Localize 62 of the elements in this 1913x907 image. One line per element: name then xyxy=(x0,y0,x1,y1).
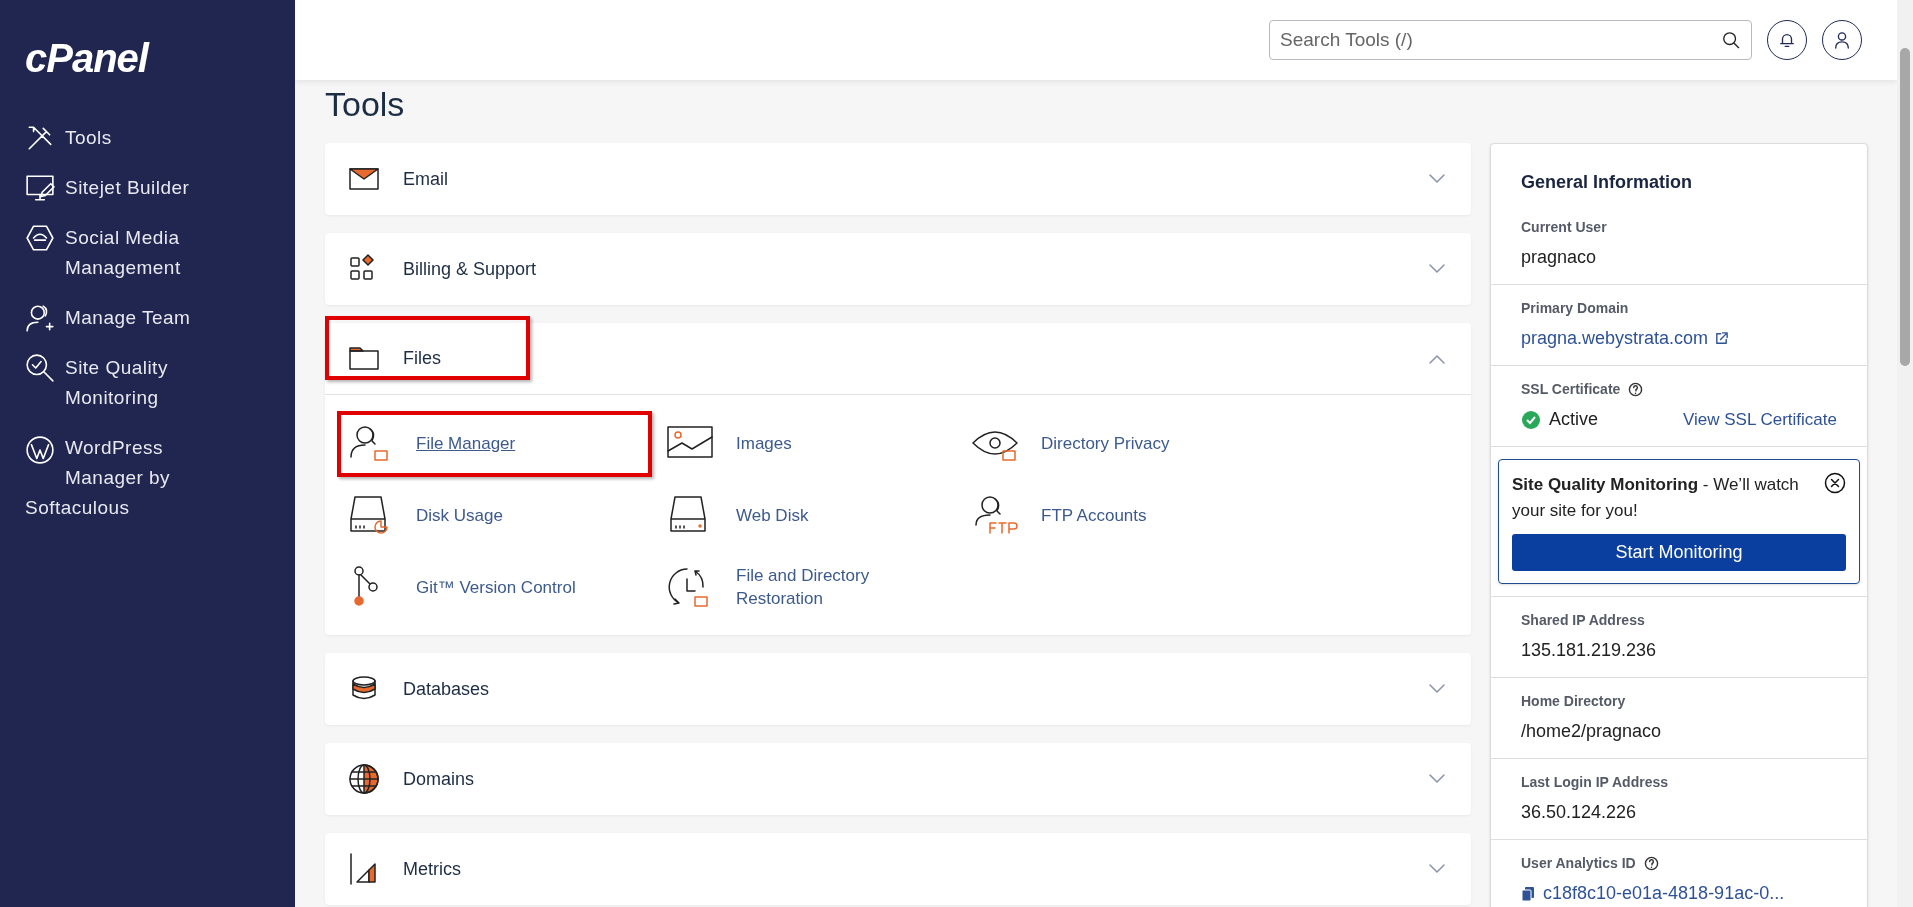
help-icon[interactable] xyxy=(1643,856,1659,871)
search-field[interactable]: Search Tools (/) xyxy=(1269,20,1752,60)
section-title[interactable]: Databases xyxy=(403,675,490,703)
start-monitoring-button[interactable]: Start Monitoring xyxy=(1512,534,1846,571)
nav-item[interactable]: Social Media Management xyxy=(65,223,215,283)
user-icon xyxy=(1833,31,1851,49)
chevron-up-icon[interactable] xyxy=(1428,352,1446,365)
scrollbar[interactable] xyxy=(1897,0,1913,907)
chevron-down-icon[interactable] xyxy=(1428,773,1446,785)
field-label: Primary Domain xyxy=(1521,299,1629,318)
field-value: /home2/pragnaco xyxy=(1521,720,1662,743)
nav-item[interactable]: Manage Team xyxy=(65,303,191,333)
tool-link[interactable]: Directory Privacy xyxy=(1041,431,1170,455)
nav-item[interactable]: Tools xyxy=(65,123,112,153)
user-plus-icon xyxy=(25,303,55,333)
ssl-link[interactable]: View SSL Certificate xyxy=(1683,406,1837,433)
copy-icon[interactable] xyxy=(1521,885,1535,902)
field-value: pragnaco xyxy=(1521,246,1597,269)
section-title[interactable]: Files xyxy=(403,345,441,372)
tool-link[interactable]: FTP Accounts xyxy=(1041,503,1147,527)
section-title[interactable]: Metrics xyxy=(403,855,461,883)
help-icon[interactable] xyxy=(1628,382,1644,397)
field-label: Shared IP Address xyxy=(1521,611,1645,630)
close-icon[interactable] xyxy=(1824,472,1846,494)
field-value: 135.181.219.236 xyxy=(1521,639,1657,662)
tool-link[interactable]: File Manager xyxy=(416,431,516,455)
field-label: Last Login IP Address xyxy=(1521,773,1669,792)
magnifier-check-icon xyxy=(25,353,55,383)
nav-item[interactable]: WordPress Manager by Softaculous xyxy=(25,433,230,523)
search-icon xyxy=(1722,31,1740,49)
monitor-pencil-icon xyxy=(25,173,55,203)
check-circle-icon xyxy=(1521,409,1541,430)
wordpress-icon xyxy=(25,435,55,465)
chevron-down-icon[interactable] xyxy=(1428,683,1446,695)
external-link-icon xyxy=(1714,331,1730,346)
promo-text: Site Quality Monitoring - We’ll watch your site for you! xyxy=(1512,474,1800,522)
tool-link[interactable]: Images xyxy=(736,431,792,455)
tool-link[interactable]: Disk Usage xyxy=(416,503,503,527)
field-label: User Analytics ID xyxy=(1521,854,1636,873)
section-title[interactable]: Domains xyxy=(403,765,475,793)
field-value: 36.50.124.226 xyxy=(1521,801,1637,824)
domain-link[interactable]: pragna.webystrata.com xyxy=(1521,325,1709,352)
status-text: Active xyxy=(1549,408,1599,431)
panel-title: General Information xyxy=(1520,171,1694,194)
chevron-down-icon[interactable] xyxy=(1428,173,1446,185)
tool-link[interactable]: Git™ Version Control xyxy=(416,575,576,599)
nav-item[interactable]: Site Quality Monitoring xyxy=(65,353,215,413)
tool-link[interactable]: File and Directory Restoration xyxy=(736,564,926,610)
hexagon-icon xyxy=(25,223,55,253)
chevron-down-icon[interactable] xyxy=(1428,863,1446,875)
page-title: Tools xyxy=(325,84,406,124)
section-title[interactable]: Billing & Support xyxy=(403,255,537,283)
bell-icon xyxy=(1778,31,1796,49)
field-label: Home Directory xyxy=(1521,692,1626,711)
tool-link[interactable]: Web Disk xyxy=(736,503,809,527)
analytics-id: c18f8c10-e01a-4818-91ac-0... xyxy=(1543,882,1785,905)
field-label: SSL Certificate xyxy=(1521,380,1621,399)
logo[interactable]: cPanel xyxy=(25,38,275,78)
section-title[interactable]: Email xyxy=(403,165,448,193)
field-label: Current User xyxy=(1521,218,1607,237)
nav-item[interactable]: Sitejet Builder xyxy=(65,173,190,203)
chevron-down-icon[interactable] xyxy=(1428,263,1446,275)
